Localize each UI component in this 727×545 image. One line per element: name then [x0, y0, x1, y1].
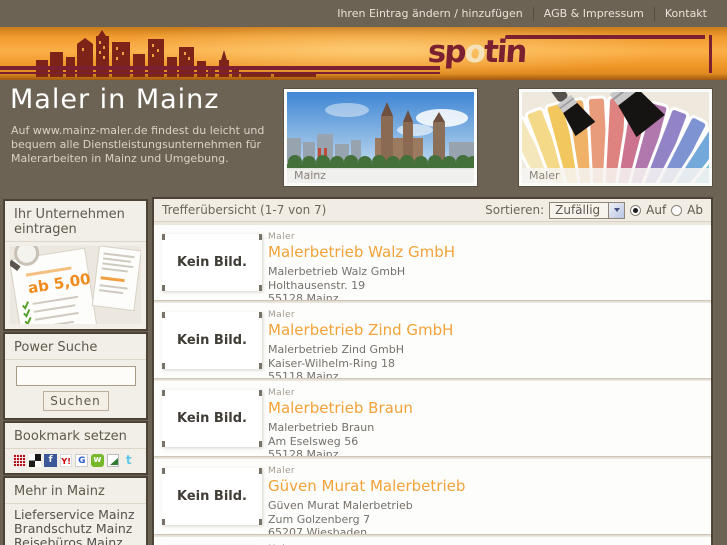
no-image-placeholder: Kein Bild. [162, 312, 262, 369]
maler-photo: Maler [519, 89, 712, 186]
sort-desc-radio[interactable] [671, 204, 683, 216]
sidebar-link-lieferservice[interactable]: Lieferservice Mainz [14, 508, 137, 522]
yahoo-icon[interactable] [59, 454, 73, 467]
sidebar-link-reisebueros[interactable]: Reisebüros Mainz [14, 536, 137, 545]
entry-address-line: 55128 Mainz [268, 292, 339, 300]
search-box-title: Power Suche [5, 334, 146, 360]
entry-category: Maler [268, 466, 296, 476]
sort-asc-label[interactable]: Auf [646, 203, 666, 217]
result-entry: Kein Bild. Maler Malerbetrieb Walz GmbH … [154, 225, 711, 300]
entry-category: Maler [268, 388, 296, 398]
sidebar-box-entry: Ihr Unternehmen eintragen ab 5,00 [3, 199, 148, 331]
google-icon[interactable] [75, 454, 89, 467]
result-entry: Kein Bild. Maler Güven Murat Malerbetrie… [154, 459, 711, 534]
banner-stripe [505, 35, 705, 39]
page-description: Auf www.mainz-maler.de findest du leicht… [11, 124, 265, 165]
sort-desc-label[interactable]: Ab [687, 203, 703, 217]
entry-address-line: 55118 Mainz [268, 370, 339, 378]
delicious-icon[interactable] [28, 454, 42, 467]
entry-address-line: Zum Golzenberg 7 [268, 512, 371, 526]
maler-photo-caption: Maler [522, 168, 709, 183]
sort-asc-radio[interactable] [630, 204, 642, 216]
banner-stripe [0, 66, 440, 70]
no-image-placeholder: Kein Bild. [162, 390, 262, 447]
results-header: Trefferübersicht (1-7 von 7) Sortieren: … [154, 199, 711, 222]
twitter-icon[interactable] [122, 454, 135, 467]
no-image-placeholder: Kein Bild. [162, 468, 262, 525]
sidebar-box-search: Power Suche Suchen [3, 332, 148, 420]
linkarena-icon[interactable] [106, 454, 120, 467]
entry-address-line: Kaiser-Wilhelm-Ring 18 [268, 356, 396, 370]
entry-address-line: 55128 Mainz [268, 448, 339, 456]
sort-select[interactable]: Zufällig [549, 201, 626, 219]
promo-ad-image[interactable]: ab 5,00 [10, 246, 141, 324]
mainz-photo: Mainz [284, 89, 477, 186]
header-banner: spotin [0, 27, 727, 80]
sort-select-value: Zufällig [555, 203, 601, 217]
results-panel: Trefferübersicht (1-7 von 7) Sortieren: … [152, 197, 713, 545]
entry-address-line: Güven Murat Malerbetrieb [268, 499, 413, 512]
toplink-agb-impressum[interactable]: AGB & Impressum [532, 6, 654, 21]
sidebar-link-brandschutz[interactable]: Brandschutz Mainz [14, 522, 137, 536]
entry-address-line: Am Eselsweg 56 [268, 434, 359, 448]
more-box-title: Mehr in Mainz [5, 478, 146, 504]
page-title: Maler in Mainz [10, 84, 220, 115]
facebook-icon[interactable] [44, 454, 57, 467]
entry-address-line: Holthausenstr. 19 [268, 278, 366, 292]
webnews-icon[interactable] [91, 454, 104, 467]
sidebar-box-more: Mehr in Mainz Lieferservice Mainz Brands… [3, 476, 148, 545]
entry-address-line: Malerbetrieb Braun [268, 421, 375, 434]
entry-title-link[interactable]: Malerbetrieb Braun [268, 399, 413, 417]
entry-title-link[interactable]: Güven Murat Malerbetrieb [268, 477, 465, 495]
toplink-edit-entry[interactable]: Ihren Eintrag ändern / hinzufügen [327, 7, 533, 21]
search-input[interactable] [15, 366, 136, 386]
mister-wong-icon[interactable] [13, 454, 26, 467]
entry-address-line: 65207 Wiesbaden [268, 526, 368, 534]
entry-title-link[interactable]: Malerbetrieb Zind GmbH [268, 321, 453, 339]
page: Ihren Eintrag ändern / hinzufügen AGB & … [0, 0, 727, 545]
sort-controls: Sortieren: Zufällig Auf Ab [485, 201, 703, 219]
topbar: Ihren Eintrag ändern / hinzufügen AGB & … [0, 0, 727, 27]
entry-title-link[interactable]: Malerbetrieb Walz GmbH [268, 243, 455, 261]
results-count: Trefferübersicht (1-7 von 7) [162, 203, 327, 217]
spotin-logo[interactable]: spotin [427, 34, 527, 70]
entry-category: Maler [268, 232, 296, 242]
result-entry: Kein Bild. Maler [154, 537, 711, 545]
banner-stripe [709, 35, 712, 73]
result-entry: Kein Bild. Maler Malerbetrieb Braun Male… [154, 381, 711, 456]
result-entry: Kein Bild. Maler Malerbetrieb Zind GmbH … [154, 303, 711, 378]
sidebar: Ihr Unternehmen eintragen ab 5,00 Power … [3, 199, 148, 545]
intro-section: Maler in Mainz Auf www.mainz-maler.de fi… [0, 80, 727, 195]
entry-box-title: Ihr Unternehmen eintragen [5, 201, 146, 242]
toplink-kontakt[interactable]: Kontakt [653, 6, 717, 21]
chevron-down-icon[interactable] [608, 202, 625, 218]
entry-category: Maler [268, 310, 296, 320]
entry-address-line: Malerbetrieb Zind GmbH [268, 343, 405, 356]
sort-label: Sortieren: [485, 203, 545, 217]
entry-address-line: Malerbetrieb Walz GmbH [268, 265, 406, 278]
search-button[interactable]: Suchen [42, 391, 109, 411]
no-image-placeholder: Kein Bild. [162, 234, 262, 291]
sidebar-box-bookmark: Bookmark setzen [3, 421, 148, 475]
bookmark-icon-row [5, 449, 146, 473]
bookmark-box-title: Bookmark setzen [5, 423, 146, 449]
mainz-photo-caption: Mainz [287, 168, 474, 183]
